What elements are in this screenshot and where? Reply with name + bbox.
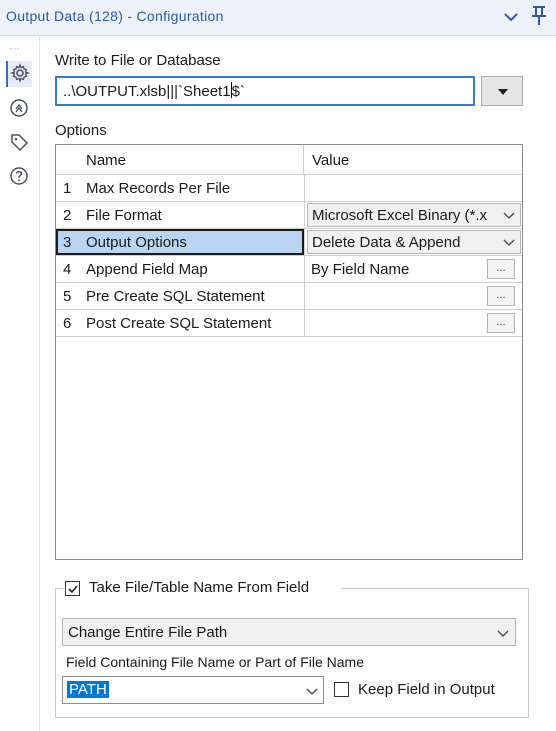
grid-header: Name Value	[56, 145, 522, 175]
output-options-cell: Delete Data & Append	[304, 229, 522, 255]
row-number: 6	[63, 315, 72, 332]
post-sql-ellipsis-button[interactable]: ...	[487, 313, 515, 333]
column-divider	[303, 145, 304, 175]
header-value: Value	[312, 152, 350, 169]
take-from-field-label: Take File/Table Name From Field	[89, 579, 310, 596]
row-number: 1	[63, 180, 72, 197]
file-path-mode-value: Change Entire File Path	[68, 624, 228, 641]
chevron-down-icon	[502, 235, 516, 249]
max-records-value-cell[interactable]	[304, 175, 522, 201]
field-name-select[interactable]: PATH	[62, 676, 324, 704]
chevron-down-icon	[305, 684, 319, 698]
post-sql-cell[interactable]: ...	[304, 310, 522, 336]
chevron-down-icon	[502, 208, 516, 222]
file-path-mode-select[interactable]: Change Entire File Path	[62, 618, 516, 646]
append-field-map-cell[interactable]: By Field Name ...	[304, 256, 522, 282]
tag-icon[interactable]	[8, 131, 30, 153]
output-options-value: Delete Data & Append	[312, 234, 461, 251]
file-format-cell: Microsoft Excel Binary (*.x	[304, 202, 522, 228]
pre-sql-cell[interactable]: ...	[304, 283, 522, 309]
take-from-field-checkbox[interactable]	[65, 581, 80, 596]
row-number: 3	[63, 234, 72, 251]
table-row[interactable]: 5 Pre Create SQL Statement ...	[56, 283, 522, 310]
table-row[interactable]: 6 Post Create SQL Statement ...	[56, 310, 522, 337]
field-name-value: PATH	[67, 681, 109, 698]
table-row[interactable]: 4 Append Field Map By Field Name ...	[56, 256, 522, 283]
chevron-down-icon[interactable]	[500, 6, 522, 28]
keep-field-checkbox[interactable]	[334, 682, 349, 697]
field-containing-label: Field Containing File Name or Part of Fi…	[66, 654, 365, 670]
panel-title: Output Data (128) - Configuration	[6, 8, 224, 24]
help-icon[interactable]	[8, 165, 30, 187]
dropdown-triangle-icon	[498, 89, 508, 95]
row-value: By Field Name	[311, 261, 410, 278]
row-name: Pre Create SQL Statement	[86, 288, 265, 305]
row-name: Output Options	[86, 234, 187, 251]
pre-sql-ellipsis-button[interactable]: ...	[487, 286, 515, 306]
take-from-field-legend[interactable]: Take File/Table Name From Field	[63, 579, 341, 599]
output-options-select[interactable]: Delete Data & Append	[307, 230, 521, 254]
output-path-text-tail: $`	[231, 83, 245, 100]
row-number: 4	[63, 261, 72, 278]
file-format-value: Microsoft Excel Binary (*.x	[312, 207, 488, 224]
header-name: Name	[86, 152, 127, 169]
gear-icon[interactable]	[6, 61, 32, 87]
left-toolbar: ...	[0, 37, 40, 731]
pin-icon[interactable]	[528, 4, 550, 28]
panel-titlebar: Output Data (128) - Configuration	[0, 0, 556, 36]
row-name: Post Create SQL Statement	[86, 315, 272, 332]
table-row[interactable]: 2 File Format Microsoft Excel Binary (*.…	[56, 202, 522, 229]
more-dots[interactable]: ...	[10, 41, 21, 51]
options-grid: Name Value 1 Max Records Per File 2 File…	[55, 144, 523, 560]
row-name: Max Records Per File	[86, 180, 231, 197]
file-format-select[interactable]: Microsoft Excel Binary (*.x	[307, 203, 521, 227]
row-number: 5	[63, 288, 72, 305]
table-row[interactable]: 3 Output Options Delete Data & Append	[56, 229, 522, 256]
table-row[interactable]: 1 Max Records Per File	[56, 175, 522, 202]
output-path-text: ..\OUTPUT.xlsb|||`Sheet1	[63, 83, 231, 100]
row-name: File Format	[86, 207, 162, 224]
write-target-label: Write to File or Database	[55, 52, 221, 69]
output-path-input[interactable]: ..\OUTPUT.xlsb|||`Sheet1$`	[55, 76, 475, 106]
row-name: Append Field Map	[86, 261, 208, 278]
row-number: 2	[63, 207, 72, 224]
options-label: Options	[55, 122, 107, 139]
arrows-circle-icon[interactable]	[8, 97, 30, 119]
chevron-down-icon	[496, 626, 510, 640]
path-dropdown-button[interactable]	[481, 76, 523, 106]
append-field-map-ellipsis-button[interactable]: ...	[487, 259, 515, 279]
keep-field-label: Keep Field in Output	[358, 681, 495, 698]
